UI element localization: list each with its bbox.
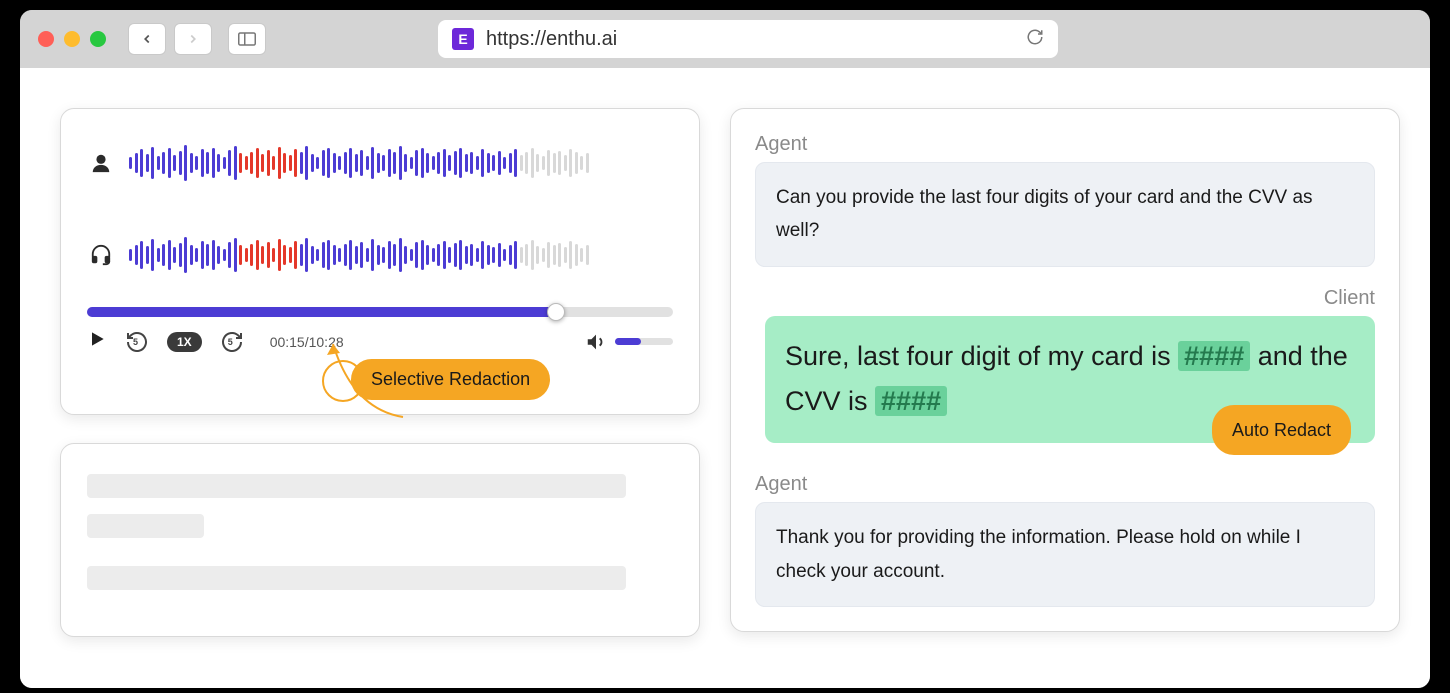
volume-control[interactable]	[585, 331, 673, 353]
url-text: https://enthu.ai	[486, 28, 1014, 51]
forward-5-button[interactable]: 5	[220, 330, 244, 354]
progress-fill	[87, 307, 556, 317]
browser-titlebar: E https://enthu.ai	[20, 10, 1430, 68]
sidebar-toggle-button[interactable]	[228, 23, 266, 55]
time-display: 00:15/10:28	[270, 334, 344, 350]
progress-thumb[interactable]	[547, 303, 565, 321]
maximize-window-button[interactable]	[90, 31, 106, 47]
message-block-agent: Agent Can you provide the last four digi…	[755, 133, 1375, 267]
text-segment: Sure, last four digit of my card is	[785, 341, 1178, 371]
waveform-row-client	[87, 227, 673, 283]
message-block-client: Client Sure, last four digit of my card …	[755, 287, 1375, 444]
close-window-button[interactable]	[38, 31, 54, 47]
speaker-label: Agent	[755, 473, 1375, 496]
speaker-label: Agent	[755, 133, 1375, 156]
speaker-icon	[585, 331, 607, 353]
right-column: Agent Can you provide the last four digi…	[730, 108, 1400, 688]
message-bubble-agent: Can you provide the last four digits of …	[755, 162, 1375, 267]
traffic-lights	[38, 31, 106, 47]
message-bubble-client: Sure, last four digit of my card is ####…	[765, 316, 1375, 444]
play-button[interactable]	[87, 329, 107, 354]
waveform-agent[interactable]	[129, 135, 589, 191]
skeleton-line	[87, 474, 626, 498]
back-button[interactable]	[128, 23, 166, 55]
waveform-row-agent	[87, 135, 673, 191]
transcript-card: Agent Can you provide the last four digi…	[730, 108, 1400, 632]
left-column: 5 1X 5 00:15/10:28	[60, 108, 700, 688]
message-block-agent: Agent Thank you for providing the inform…	[755, 473, 1375, 607]
message-bubble-agent: Thank you for providing the information.…	[755, 502, 1375, 607]
nav-button-group	[128, 23, 212, 55]
skeleton-line	[87, 514, 204, 538]
placeholder-card	[60, 443, 700, 637]
playback-speed-button[interactable]: 1X	[167, 332, 202, 352]
favicon: E	[452, 28, 474, 50]
forward-button[interactable]	[174, 23, 212, 55]
redacted-value: ####	[875, 386, 947, 416]
minimize-window-button[interactable]	[64, 31, 80, 47]
waveform-client[interactable]	[129, 227, 589, 283]
person-icon	[87, 149, 115, 177]
progress-bar[interactable]	[87, 307, 673, 317]
headset-icon	[87, 241, 115, 269]
page-viewport: 5 1X 5 00:15/10:28	[20, 68, 1430, 688]
browser-window: E https://enthu.ai	[20, 10, 1430, 688]
skeleton-line	[87, 566, 626, 590]
selective-redaction-badge: Selective Redaction	[351, 359, 550, 400]
rewind-5-button[interactable]: 5	[125, 330, 149, 354]
speaker-label: Client	[755, 287, 1375, 310]
volume-slider[interactable]	[615, 338, 673, 345]
auto-redact-badge: Auto Redact	[1212, 405, 1351, 456]
url-bar[interactable]: E https://enthu.ai	[438, 20, 1058, 58]
redacted-value: ####	[1178, 341, 1250, 371]
audio-player-card: 5 1X 5 00:15/10:28	[60, 108, 700, 415]
reload-button[interactable]	[1026, 28, 1044, 51]
player-controls: 5 1X 5 00:15/10:28	[87, 329, 673, 354]
